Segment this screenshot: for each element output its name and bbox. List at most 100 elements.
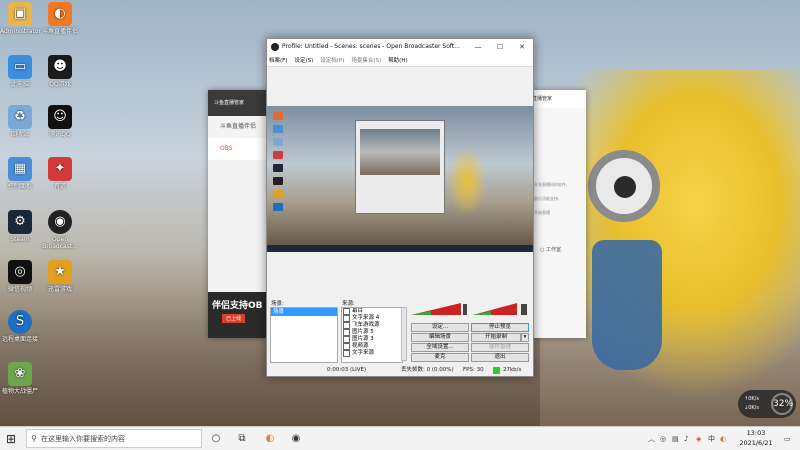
- desktop-icon-qq-games[interactable]: ☻ QQ游戏: [40, 55, 80, 88]
- dropped-frames: 丢失帧数: 0 (0.00%): [401, 367, 454, 373]
- desktop-icon-remote-desktop[interactable]: S 远程桌面连接: [0, 310, 40, 343]
- obs-preview[interactable]: [267, 106, 533, 252]
- taskbar-douyu-icon[interactable]: ◐: [262, 431, 278, 447]
- obs-window-title: Profile: Untitled - Scenes: scenes - Ope…: [282, 43, 460, 50]
- mic-audio-meter[interactable]: [473, 301, 529, 315]
- right-window-text-3: 开始直播: [534, 210, 550, 215]
- desktop-icon-game-center[interactable]: ★ 迅雷游戏: [40, 260, 80, 293]
- task-view-icon[interactable]: ⧉: [234, 431, 250, 447]
- start-record-button[interactable]: 开始录制: [471, 333, 521, 342]
- plugins-button[interactable]: 插件管理: [471, 343, 529, 352]
- promo-button[interactable]: 已上线: [222, 314, 246, 323]
- right-window-title: 直播管家: [530, 90, 586, 108]
- taskbar-search[interactable]: ⚲ 在这里输入你要搜索的内容: [26, 429, 202, 448]
- taskbar: ⊞ ⚲ 在这里输入你要搜索的内容 ○ ⧉ ◐ ◉ ︿ ◎ ▤ ♪ ◈ 中 ◐ 13…: [0, 426, 800, 450]
- promo-title: 伴侣支持OB: [212, 301, 263, 311]
- desktop-icon-pvz[interactable]: ❀ 植物大战僵尸: [0, 362, 40, 395]
- desktop-icon-this-pc[interactable]: ▭ 此电脑: [0, 55, 40, 88]
- source-checkbox[interactable]: [343, 322, 350, 329]
- tray-app-icon[interactable]: ◎: [660, 432, 666, 446]
- game-center-icon: ★: [48, 260, 72, 284]
- bitrate-readout: 27kb/s: [503, 367, 522, 373]
- desktop-icon-youdao[interactable]: ✦ 有道: [40, 157, 80, 190]
- download-speed: ↓0K/s: [744, 405, 759, 411]
- qq-icon: ☺: [48, 105, 72, 129]
- source-item[interactable]: 视频源: [342, 343, 402, 350]
- obs-app-icon: [271, 42, 279, 51]
- tray-network-icon[interactable]: ▤: [672, 432, 679, 446]
- menu-help[interactable]: 帮助(H): [388, 56, 407, 64]
- scene-item[interactable]: 场景: [271, 308, 337, 316]
- network-speed-widget[interactable]: ↑0K/s ↓0K/s 32%: [738, 390, 796, 418]
- work-room-radio[interactable]: ○ 工作室: [540, 246, 561, 253]
- menu-settings[interactable]: 设定(S): [294, 56, 313, 64]
- sidebar-item-douyu-companion[interactable]: 斗鱼直播伴侣: [208, 116, 270, 138]
- video-app-icon: ◎: [8, 260, 32, 284]
- sidebar-item-obs[interactable]: OBS: [208, 138, 270, 160]
- source-checkbox[interactable]: [343, 343, 350, 350]
- tray-volume-icon[interactable]: ♪: [684, 432, 688, 446]
- wallpaper-minion-body: [592, 240, 662, 370]
- control-panel-icon: ▦: [8, 157, 32, 181]
- right-background-window[interactable]: 直播管家 开发直播间的软件, 部分功能支持, 开始直播 ○ 工作室: [530, 90, 586, 338]
- obs-window[interactable]: Profile: Untitled - Scenes: scenes - Ope…: [266, 38, 534, 377]
- menu-profile[interactable]: 设定档(P): [320, 56, 344, 64]
- windows-start-icon[interactable]: ⊞: [6, 432, 20, 446]
- microphone-button[interactable]: 麦克: [411, 353, 469, 362]
- obs-statusbar: 0:00:03 (LIVE) 丢失帧数: 0 (0.00%) FPS: 30 2…: [267, 364, 533, 376]
- desktop-icon-obs[interactable]: ◉ Open Broadcast...: [40, 210, 80, 250]
- source-checkbox[interactable]: [343, 308, 350, 315]
- douyu-manager-window[interactable]: 斗鱼直播管家 斗鱼直播伴侣 OBS 伴侣支持OB 已上线: [208, 90, 270, 338]
- settings-button[interactable]: 设定...: [411, 323, 469, 332]
- desktop-icon-recycle-bin[interactable]: ♻ 回收站: [0, 105, 40, 138]
- obs-menubar: 档案(F) 设定(S) 设定档(P) 场景集合(S) 帮助(H): [267, 54, 533, 67]
- tray-chevron-icon[interactable]: ︿: [648, 432, 655, 446]
- computer-icon: ▭: [8, 55, 32, 79]
- desktop-icon-video-app[interactable]: ◎ 微信视频: [0, 260, 40, 293]
- menu-file[interactable]: 档案(F): [269, 56, 287, 64]
- ime-indicator[interactable]: 中: [708, 432, 715, 446]
- source-item[interactable]: 飞车游戏源: [342, 322, 402, 329]
- tray-douyu-icon[interactable]: ◐: [720, 432, 726, 446]
- right-window-text-1: 开发直播间的软件,: [534, 182, 568, 187]
- desktop-icon-administrator[interactable]: ▣ Administrator: [0, 2, 41, 35]
- taskbar-obs-icon[interactable]: ◉: [288, 431, 304, 447]
- desktop-icon-steam[interactable]: ⚙ Steam: [0, 210, 40, 243]
- source-checkbox[interactable]: [343, 315, 350, 322]
- desktop-audio-meter[interactable]: [411, 301, 467, 315]
- edit-scene-button[interactable]: 编辑场景: [411, 333, 469, 342]
- desktop-icon-douyu[interactable]: ◐ 斗鱼直播伴侣: [40, 2, 80, 35]
- promo-banner[interactable]: 伴侣支持OB 已上线: [208, 292, 270, 338]
- source-item[interactable]: 文字来源 4: [342, 315, 402, 322]
- sources-scrollbar[interactable]: [401, 307, 407, 361]
- sources-list[interactable]: 幕目 文字来源 4 飞车游戏源 图片源 5 图片源 3 视频源 文字来源: [341, 307, 403, 363]
- menu-scene-collection[interactable]: 场景集合(S): [351, 56, 381, 64]
- desktop-icon-control-panel[interactable]: ▦ 控制面板: [0, 157, 40, 190]
- source-checkbox[interactable]: [343, 329, 350, 336]
- exit-button[interactable]: 退出: [471, 353, 529, 362]
- source-item[interactable]: 文字来源: [342, 350, 402, 357]
- close-icon[interactable]: ✕: [511, 43, 533, 51]
- source-item[interactable]: 图片源 5: [342, 329, 402, 336]
- clock-time: 13:03: [746, 429, 766, 437]
- right-window-text-2: 部分功能支持,: [534, 196, 560, 201]
- obs-titlebar[interactable]: Profile: Untitled - Scenes: scenes - Ope…: [267, 39, 533, 54]
- network-speeds: ↑0K/s ↓0K/s: [744, 395, 759, 413]
- source-item[interactable]: 图片源 3: [342, 336, 402, 343]
- record-dropdown-icon[interactable]: ▾: [521, 333, 529, 342]
- maximize-icon[interactable]: ☐: [489, 43, 511, 51]
- desktop: ▣ Administrator ◐ 斗鱼直播伴侣 ▭ 此电脑 ☻ QQ游戏 ♻ …: [0, 0, 800, 426]
- cortana-icon[interactable]: ○: [208, 431, 224, 447]
- minimize-icon[interactable]: —: [467, 43, 489, 51]
- taskbar-clock[interactable]: 13:03 2021/6/21: [734, 428, 778, 448]
- notification-icon[interactable]: ▭: [784, 432, 791, 446]
- preview-nested-obs: [355, 120, 445, 214]
- tray-security-icon[interactable]: ◈: [696, 432, 701, 446]
- source-checkbox[interactable]: [343, 336, 350, 343]
- source-checkbox[interactable]: [343, 350, 350, 357]
- desktop-icon-qq[interactable]: ☺ 腾讯QQ: [40, 105, 80, 138]
- stop-preview-button[interactable]: 停止预览: [471, 323, 529, 332]
- source-item[interactable]: 幕目: [342, 308, 402, 315]
- scenes-list[interactable]: 场景: [270, 307, 338, 363]
- global-sources-button[interactable]: 全域设置...: [411, 343, 469, 352]
